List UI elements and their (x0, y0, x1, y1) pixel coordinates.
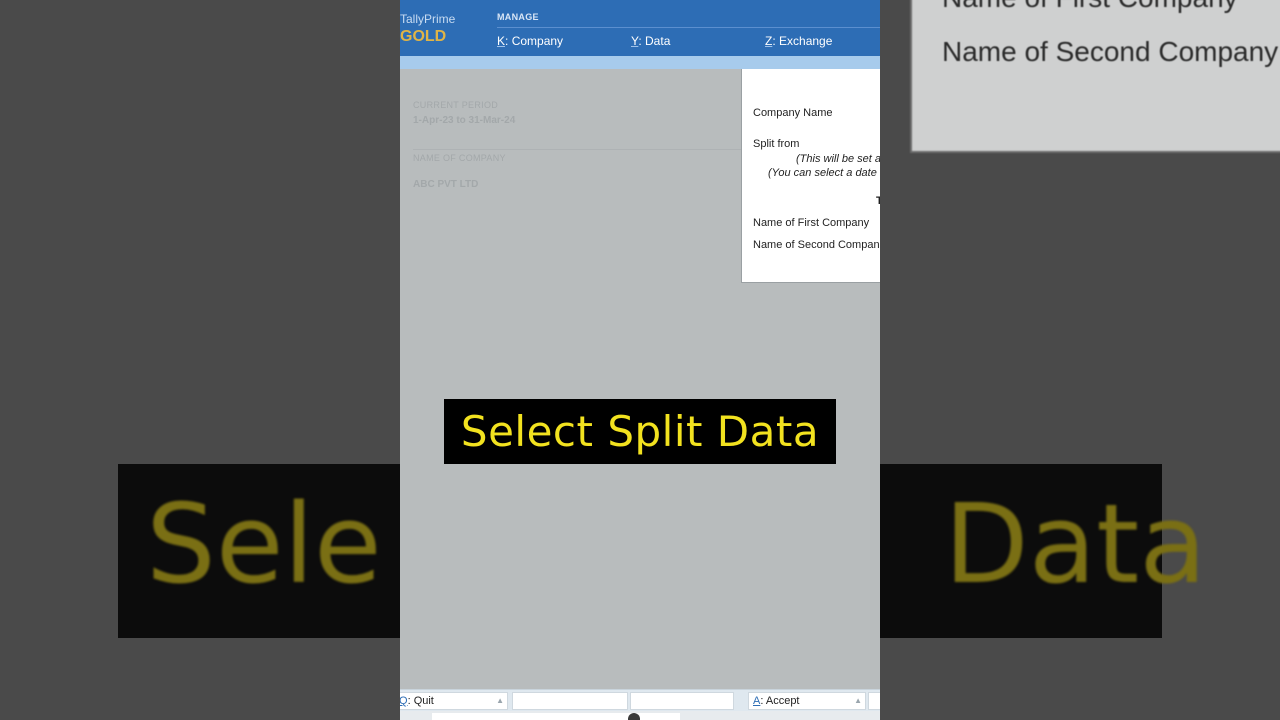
accept-button-key: A (753, 695, 761, 707)
dialog-company-name-label: Company Name (753, 107, 833, 119)
dialog-note-line-2: (You can select a date (768, 167, 877, 179)
company-name-label: NAME OF COMPANY (413, 153, 506, 163)
company-name-value[interactable]: ABC PVT LTD (413, 179, 478, 190)
avatar (628, 713, 640, 720)
menu-item-exchange-label: Exchange (779, 34, 833, 48)
current-period-label: CURRENT PERIOD (413, 100, 499, 110)
menu-item-company[interactable]: K: Company (497, 34, 563, 48)
sub-bar (400, 56, 880, 69)
split-company-dialog: Company Name Split from (This will be se… (741, 69, 880, 283)
quit-button[interactable]: Q: Quit ▲ (400, 692, 508, 710)
dialog-first-company-label[interactable]: Name of First Company (753, 217, 869, 229)
current-period-value: 1-Apr-23 to 31-Mar-24 (413, 115, 516, 126)
menu-item-data-label: Data (645, 34, 671, 48)
quit-button-key: Q (400, 695, 408, 707)
gateway-content: CURRENT PERIOD 1-Apr-23 to 31-Mar-24 NAM… (400, 69, 880, 689)
app-frame: TallyPrime GOLD MANAGE K: Company Y: Dat… (400, 0, 880, 720)
footer-panel (432, 713, 680, 720)
accept-button-label: Accept (765, 695, 800, 707)
dialog-second-company-label[interactable]: Name of Second Compan (753, 239, 880, 251)
empty-button-5[interactable] (868, 692, 880, 710)
background-left: Sele (0, 0, 400, 720)
menu-item-data[interactable]: Y: Data (631, 34, 670, 48)
top-bar: TallyPrime GOLD MANAGE K: Company Y: Dat… (400, 0, 880, 56)
dialog-split-from-label[interactable]: Split from (753, 138, 799, 150)
panel-divider (413, 149, 743, 150)
bottom-button-bar: Q: Quit ▲ A: Accept ▲ (400, 689, 880, 711)
quit-button-label: Quit (413, 695, 434, 707)
accept-button[interactable]: A: Accept ▲ (748, 692, 866, 710)
background-caption-left: Sele (146, 480, 382, 608)
background-right: Name of First Company Name of Second Com… (880, 0, 1280, 720)
empty-button-2[interactable] (512, 692, 628, 710)
video-caption-text: Select Split Data (460, 407, 820, 456)
chevron-up-icon: ▲ (854, 696, 862, 705)
menu-item-data-key: Y (631, 34, 639, 48)
background-caption-right: Data (944, 480, 1207, 608)
background-second-company-label: Name of Second Company (942, 36, 1279, 67)
brand-edition: GOLD (400, 28, 447, 45)
brand-name: TallyPrime (400, 12, 456, 26)
menu-item-exchange[interactable]: Z: Exchange (765, 34, 832, 48)
video-caption: Select Split Data (444, 399, 836, 464)
menu-item-company-label: Company (511, 34, 564, 48)
menu-item-company-key: K (497, 34, 506, 48)
menu-title: MANAGE (497, 12, 539, 22)
background-first-company-label: Name of First Company (942, 0, 1238, 14)
screen: Sele Name of First Company Name of Secon… (0, 0, 1280, 720)
dialog-note-line-1: (This will be set a (796, 153, 880, 165)
background-dialog-panel (910, 0, 1280, 153)
chevron-up-icon: ▲ (496, 696, 504, 705)
dialog-section-heading: T (876, 195, 880, 207)
menu-divider (497, 27, 880, 28)
empty-button-3[interactable] (630, 692, 734, 710)
menu-item-exchange-key: Z (765, 34, 773, 48)
